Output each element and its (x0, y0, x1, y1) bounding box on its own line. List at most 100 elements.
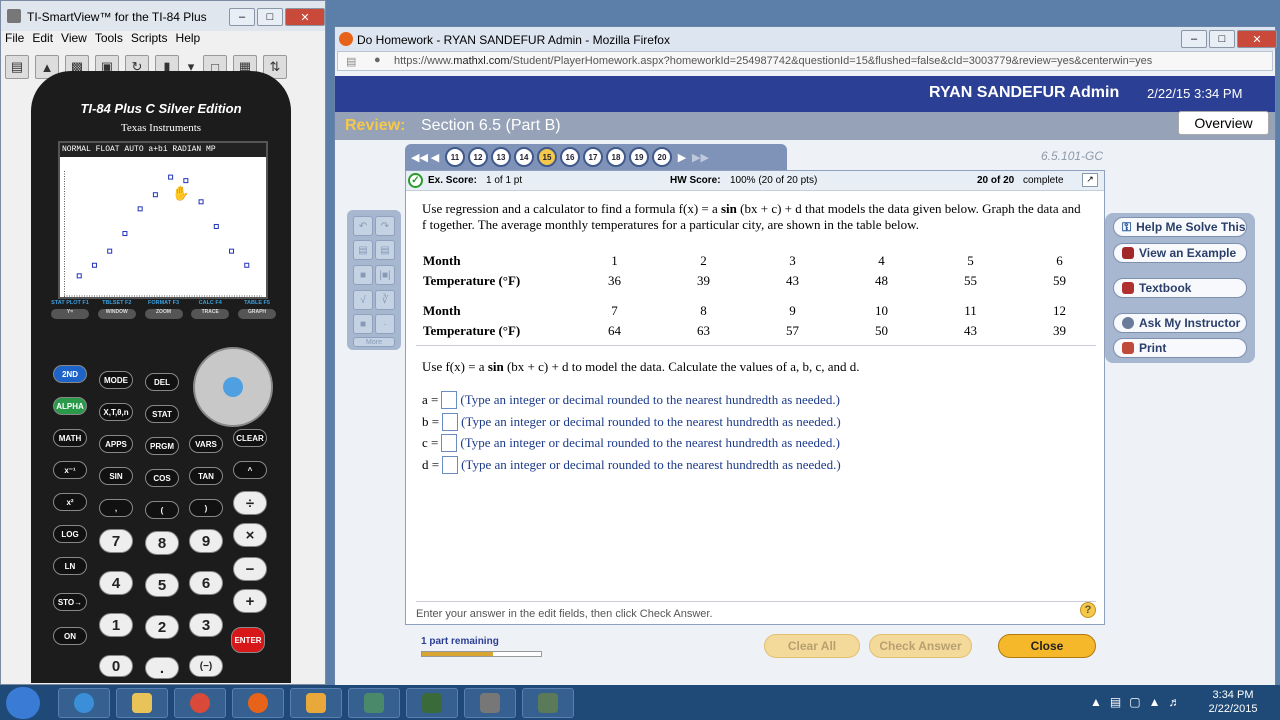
key-7[interactable]: 7 (99, 529, 133, 553)
minimize-button[interactable]: – (229, 8, 255, 26)
key-add[interactable]: + (233, 589, 267, 613)
ask-instructor-button[interactable]: Ask My Instructor (1113, 313, 1247, 333)
close-problem-button[interactable]: Close (998, 634, 1096, 658)
key-on[interactable]: ON (53, 627, 87, 645)
nth-root-icon[interactable]: ∛ (375, 290, 395, 310)
key-divide[interactable]: ÷ (233, 491, 267, 515)
key-apps[interactable]: APPS (99, 435, 133, 453)
key-subtract[interactable]: − (233, 557, 267, 581)
exponent-icon[interactable]: ■ (353, 265, 373, 285)
key-zoom[interactable]: FORMAT F3 ZOOM (144, 300, 183, 319)
key-prgm[interactable]: PRGM (145, 437, 179, 455)
taskbar-chrome[interactable] (174, 688, 226, 718)
site-identity-icon[interactable]: ▤ (346, 55, 356, 68)
tray-signal-icon[interactable]: ▲ (1149, 695, 1161, 709)
menu-scripts[interactable]: Scripts (131, 31, 168, 49)
menu-file[interactable]: File (5, 31, 24, 49)
key-6[interactable]: 6 (189, 571, 223, 595)
question-19[interactable]: 19 (629, 147, 649, 167)
key-tan[interactable]: TAN (189, 467, 223, 485)
answer-a-input[interactable] (441, 391, 458, 409)
key-trace[interactable]: CALC F4 TRACE (191, 300, 230, 319)
answer-b-input[interactable] (442, 413, 459, 431)
key-8[interactable]: 8 (145, 531, 179, 555)
menu-tools[interactable]: Tools (95, 31, 123, 49)
key-stat[interactable]: STAT (145, 405, 179, 423)
more-tools-button[interactable]: More (353, 337, 395, 347)
help-me-solve-button[interactable]: ⚿ Help Me Solve This (1113, 217, 1247, 237)
maximize-button[interactable]: □ (257, 8, 283, 26)
key-0[interactable]: 0 (99, 655, 133, 677)
key-store[interactable]: STO→ (53, 593, 87, 611)
mixed-number-icon[interactable]: ▤ (375, 240, 395, 260)
key-rparen[interactable]: ) (189, 499, 223, 517)
url-text[interactable]: https://www.mathxl.com/Student/PlayerHom… (394, 55, 1254, 67)
sqrt-icon[interactable]: √ (353, 290, 373, 310)
first-question-icon[interactable]: ◀◀ (411, 151, 428, 164)
taskbar-ti-connect[interactable] (522, 688, 574, 718)
question-13[interactable]: 13 (491, 147, 511, 167)
key-alpha[interactable]: ALPHA (53, 397, 87, 415)
fraction-icon[interactable]: ▤ (353, 240, 373, 260)
question-14[interactable]: 14 (514, 147, 534, 167)
decimal-icon[interactable]: · (375, 314, 395, 334)
key-sin[interactable]: SIN (99, 467, 133, 485)
key-lparen[interactable]: ( (145, 501, 179, 519)
clear-all-button[interactable]: Clear All (764, 634, 860, 658)
key-1[interactable]: 1 (99, 613, 133, 637)
key-log[interactable]: LOG (53, 525, 87, 543)
question-12[interactable]: 12 (468, 147, 488, 167)
print-button[interactable]: Print (1113, 338, 1247, 358)
start-button[interactable] (6, 687, 40, 719)
new-document-icon[interactable]: ▤ (5, 55, 29, 79)
key-9[interactable]: 9 (189, 529, 223, 553)
key-del[interactable]: DEL (145, 373, 179, 391)
key-cos[interactable]: COS (145, 469, 179, 487)
tray-device-icon[interactable]: ▢ (1129, 695, 1140, 709)
key-ln[interactable]: LN (53, 557, 87, 575)
key-xton[interactable]: X,T,θ,n (99, 403, 133, 421)
address-bar[interactable]: ▤ ● https://www.mathxl.com/Student/Playe… (337, 51, 1273, 71)
key-negative[interactable]: (−) (189, 655, 223, 677)
key-window[interactable]: TBLSET F2 WINDOW (97, 300, 136, 319)
key-graph[interactable]: TABLE F5 GRAPH (238, 300, 276, 319)
subscript-icon[interactable]: ■ (353, 314, 373, 334)
key-enter[interactable]: ENTER (231, 627, 265, 653)
question-20[interactable]: 20 (652, 147, 672, 167)
key-power[interactable]: ^ (233, 461, 267, 479)
key-5[interactable]: 5 (145, 573, 179, 597)
direction-pad[interactable] (193, 347, 273, 427)
question-11[interactable]: 11 (445, 147, 465, 167)
tray-volume-icon[interactable]: ♬ (1168, 695, 1180, 709)
redo-icon[interactable]: ↷ (375, 216, 395, 236)
abs-value-icon[interactable]: |■| (375, 265, 395, 285)
maximize-button[interactable]: □ (1209, 30, 1235, 48)
overview-button[interactable]: Overview (1178, 111, 1269, 135)
menu-edit[interactable]: Edit (32, 31, 53, 49)
menu-view[interactable]: View (61, 31, 87, 49)
tray-network-icon[interactable]: ▤ (1110, 695, 1121, 709)
menu-help[interactable]: Help (176, 31, 201, 49)
key-2nd[interactable]: 2ND (53, 365, 87, 383)
taskbar-smartview[interactable] (348, 688, 400, 718)
taskbar-file-explorer[interactable] (116, 688, 168, 718)
textbook-button[interactable]: Textbook (1113, 278, 1247, 298)
key-2[interactable]: 2 (145, 615, 179, 639)
previous-question-icon[interactable]: ◀ (428, 151, 442, 164)
key-math[interactable]: MATH (53, 429, 87, 447)
key-3[interactable]: 3 (189, 613, 223, 637)
key-4[interactable]: 4 (99, 571, 133, 595)
next-question-icon[interactable]: ▶ (675, 151, 689, 164)
question-16[interactable]: 16 (560, 147, 580, 167)
question-15[interactable]: 15 (537, 147, 557, 167)
key-clear[interactable]: CLEAR (233, 429, 267, 447)
close-button[interactable]: ✕ (285, 8, 325, 26)
close-button[interactable]: ✕ (1237, 30, 1277, 48)
last-question-icon[interactable]: ▶▶ (692, 151, 709, 164)
key-vars[interactable]: VARS (189, 435, 223, 453)
question-17[interactable]: 17 (583, 147, 603, 167)
key-inverse[interactable]: x⁻¹ (53, 461, 87, 479)
key-decimal[interactable]: . (145, 657, 179, 679)
question-18[interactable]: 18 (606, 147, 626, 167)
taskbar-clock[interactable]: 3:34 PM 2/22/2015 (1198, 688, 1268, 716)
